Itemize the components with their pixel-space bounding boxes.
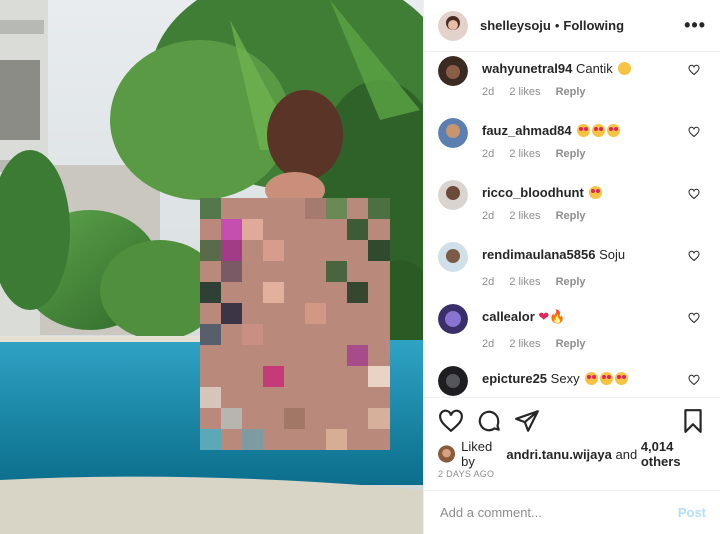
- comment-age: 2d: [482, 148, 495, 160]
- post-timestamp[interactable]: 2 DAYS AGO: [424, 465, 720, 487]
- post-comment-button[interactable]: Post: [678, 505, 706, 520]
- reply-button[interactable]: Reply: [556, 210, 586, 222]
- heart-eyes-emoji-icon: [607, 124, 621, 137]
- paper-plane-icon[interactable]: [514, 408, 540, 434]
- heart-eyes-emoji-icon: [585, 372, 599, 385]
- commenter-avatar[interactable]: [438, 242, 468, 272]
- comment-like-heart-icon[interactable]: [688, 188, 700, 200]
- heart-outline-icon[interactable]: [438, 408, 464, 434]
- comment-like-heart-icon[interactable]: [688, 312, 700, 324]
- comment-likes[interactable]: 2 likes: [509, 276, 540, 288]
- add-comment-input[interactable]: [438, 504, 678, 521]
- comment-text: Cantik: [575, 61, 613, 76]
- censor-mosaic: [200, 198, 390, 450]
- commenter-avatar[interactable]: [438, 366, 468, 396]
- comment-like-heart-icon[interactable]: [688, 374, 700, 386]
- photo-canvas: [0, 0, 423, 534]
- heart-eyes-emoji-icon: [600, 372, 614, 385]
- post-side-panel: shelleysoju • Following ••• wahyunetral9…: [423, 0, 720, 534]
- comment-likes[interactable]: 2 likes: [509, 148, 540, 160]
- comment-age: 2d: [482, 86, 495, 98]
- comment-item: fauz_ahmad84 2d 2 likes Reply: [438, 118, 706, 178]
- header-separator: •: [554, 18, 560, 33]
- reply-button[interactable]: Reply: [556, 86, 586, 98]
- comment-item: ricco_bloodhunt 2d 2 likes Reply: [438, 180, 706, 240]
- speech-bubble-icon[interactable]: [476, 408, 502, 434]
- comment-like-heart-icon[interactable]: [688, 64, 700, 76]
- comment-text: Soju: [599, 247, 626, 262]
- author-username[interactable]: shelleysoju: [480, 18, 551, 33]
- commenter-avatar[interactable]: [438, 180, 468, 210]
- post-header: shelleysoju • Following •••: [424, 0, 720, 52]
- fire-emoji-icon: 🔥: [549, 309, 566, 324]
- comments-list[interactable]: wahyunetral94 Cantik 2d 2 likes Reply fa…: [424, 52, 720, 397]
- comment-item: rendimaulana5856 Soju 2d 2 likes Reply: [438, 242, 706, 302]
- comment-likes[interactable]: 2 likes: [509, 210, 540, 222]
- heart-eyes-emoji-icon: [592, 124, 606, 137]
- comment-like-heart-icon[interactable]: [688, 250, 700, 262]
- heart-eyes-emoji-icon: [577, 124, 591, 137]
- smile-emoji-icon: [618, 62, 632, 75]
- liker-username[interactable]: andri.tanu.wijaya: [506, 447, 611, 462]
- comment-likes[interactable]: 2 likes: [509, 86, 540, 98]
- commenter-avatar[interactable]: [438, 118, 468, 148]
- commenter-avatar[interactable]: [438, 56, 468, 86]
- liked-by-line: Liked by andri.tanu.wijaya and 4,014 oth…: [424, 439, 720, 469]
- comment-item: wahyunetral94 Cantik 2d 2 likes Reply: [438, 56, 706, 116]
- post-photo[interactable]: [0, 0, 423, 534]
- comment-item: callealor ❤🔥 2d 2 likes Reply: [438, 304, 706, 364]
- commenter-avatar[interactable]: [438, 304, 468, 334]
- add-comment-bar: Post: [424, 490, 720, 534]
- comment-username[interactable]: callealor: [482, 309, 535, 324]
- comment-username[interactable]: fauz_ahmad84: [482, 123, 572, 138]
- comment-age: 2d: [482, 338, 495, 350]
- comment-likes[interactable]: 2 likes: [509, 338, 540, 350]
- comment-username[interactable]: rendimaulana5856: [482, 247, 595, 262]
- liked-by-conj: and: [615, 446, 638, 462]
- comment-age: 2d: [482, 210, 495, 222]
- bookmark-icon[interactable]: [680, 408, 706, 434]
- heart-eyes-emoji-icon: [615, 372, 629, 385]
- comment-item: epicture25 Sexy: [438, 366, 706, 397]
- reply-button[interactable]: Reply: [556, 148, 586, 160]
- post-action-bar: [424, 397, 720, 443]
- author-avatar[interactable]: [438, 10, 468, 41]
- reply-button[interactable]: Reply: [556, 276, 586, 288]
- comment-username[interactable]: wahyunetral94: [482, 61, 572, 76]
- comment-age: 2d: [482, 276, 495, 288]
- more-options-button[interactable]: •••: [684, 15, 706, 36]
- heart-eyes-emoji-icon: [589, 186, 603, 199]
- comment-text: Sexy: [550, 371, 580, 386]
- liker-avatar[interactable]: [438, 444, 456, 464]
- red-heart-emoji-icon: ❤: [538, 309, 550, 324]
- reply-button[interactable]: Reply: [556, 338, 586, 350]
- comment-username[interactable]: epicture25: [482, 371, 547, 386]
- follow-status-button[interactable]: Following: [563, 18, 624, 33]
- comment-like-heart-icon[interactable]: [688, 126, 700, 138]
- comment-username[interactable]: ricco_bloodhunt: [482, 185, 584, 200]
